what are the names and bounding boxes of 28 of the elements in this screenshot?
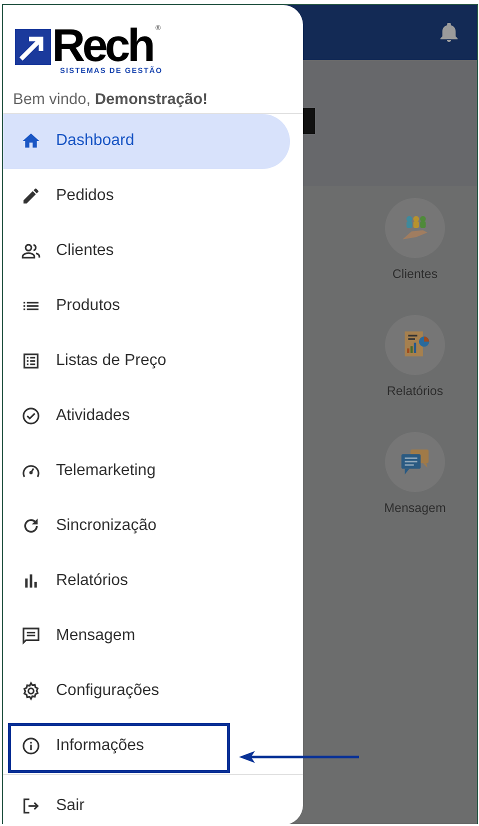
pencil-icon bbox=[21, 186, 41, 206]
tile-label: Mensagem bbox=[384, 501, 446, 515]
menu-item[interactable]: Sair bbox=[3, 786, 290, 824]
menu-item[interactable]: Listas de Preço bbox=[3, 334, 290, 389]
menu-item[interactable]: Produtos bbox=[3, 278, 290, 334]
arrow-logo-icon bbox=[15, 29, 51, 65]
menu-item[interactable]: Mensagem bbox=[3, 608, 290, 664]
logo-wordmark: Rech bbox=[52, 25, 152, 65]
menu-item[interactable]: Relatórios bbox=[3, 554, 290, 609]
chat-icon bbox=[21, 626, 41, 646]
tile-label: Clientes bbox=[392, 267, 438, 281]
menu-item[interactable]: Informações bbox=[3, 718, 290, 774]
menu-item[interactable]: Telemarketing bbox=[3, 444, 290, 499]
menu-item[interactable]: Atividades bbox=[3, 388, 290, 444]
logout-icon bbox=[21, 796, 41, 816]
checklist-icon bbox=[21, 351, 41, 372]
menu-item[interactable]: Dashboard bbox=[3, 114, 290, 169]
menu-item[interactable]: Configurações bbox=[3, 664, 290, 719]
gear-icon bbox=[21, 681, 41, 702]
people-icon bbox=[21, 241, 41, 262]
info-icon bbox=[21, 736, 41, 756]
menu-item[interactable]: Sincronização bbox=[3, 498, 290, 554]
check-circle-icon bbox=[21, 406, 41, 426]
menu-item[interactable]: Pedidos bbox=[3, 168, 290, 224]
menu-item[interactable]: Clientes bbox=[3, 224, 290, 279]
welcome-text: Bem vindo, Demonstração! bbox=[12, 90, 209, 110]
tile-label: Relatórios bbox=[386, 384, 444, 398]
bell-icon[interactable] bbox=[439, 22, 459, 42]
